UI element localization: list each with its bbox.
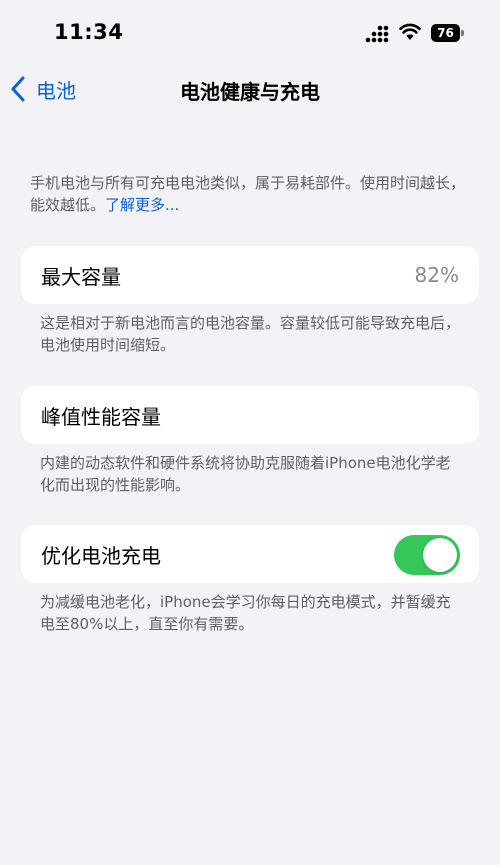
- optimized-charging-label: 优化电池充电: [41, 543, 161, 568]
- peak-performance-label: 峰值性能容量: [41, 404, 161, 429]
- optimized-charging-footnote: 为减缓电池老化，iPhone会学习你每日的充电模式，并暂缓充电至80%以上，直至…: [40, 593, 451, 633]
- cellular-signal-icon: [365, 25, 389, 43]
- optimized-charging-card: 优化电池充电: [21, 525, 479, 583]
- peak-performance-footnote: 内建的动态软件和硬件系统将协助克服随着iPhone电池化学老化而出现的性能影响。: [40, 454, 451, 494]
- page-title: 电池健康与充电: [180, 80, 320, 104]
- battery-level: 76: [431, 24, 460, 42]
- navigation-bar: 电池 电池健康与充电: [0, 62, 500, 118]
- max-capacity-row: 最大容量 82%: [21, 246, 479, 304]
- peak-performance-row[interactable]: 峰值性能容量: [21, 386, 479, 444]
- intro-description: 手机电池与所有可充电电池类似，属于易耗部件。使用时间越长，能效越低。: [30, 174, 466, 214]
- battery-cap: [461, 30, 464, 36]
- optimized-charging-toggle[interactable]: [394, 535, 460, 575]
- optimized-charging-row: 优化电池充电: [21, 525, 479, 583]
- battery-icon: 76: [431, 24, 465, 42]
- status-time: 11:34: [54, 20, 124, 44]
- max-capacity-value: 82%: [414, 263, 459, 287]
- max-capacity-footnote: 这是相对于新电池而言的电池容量。容量较低可能导致充电后，电池使用时间缩短。: [40, 314, 461, 354]
- status-bar: 11:34 76: [0, 0, 500, 62]
- toggle-knob: [423, 538, 457, 572]
- intro-text: 手机电池与所有可充电电池类似，属于易耗部件。使用时间越长，能效越低。了解更多..…: [30, 172, 470, 216]
- peak-performance-card: 峰值性能容量: [21, 386, 479, 444]
- wifi-icon: [399, 23, 421, 40]
- learn-more-link[interactable]: 了解更多...: [105, 196, 179, 214]
- max-capacity-label: 最大容量: [41, 264, 121, 289]
- max-capacity-card: 最大容量 82%: [21, 246, 479, 304]
